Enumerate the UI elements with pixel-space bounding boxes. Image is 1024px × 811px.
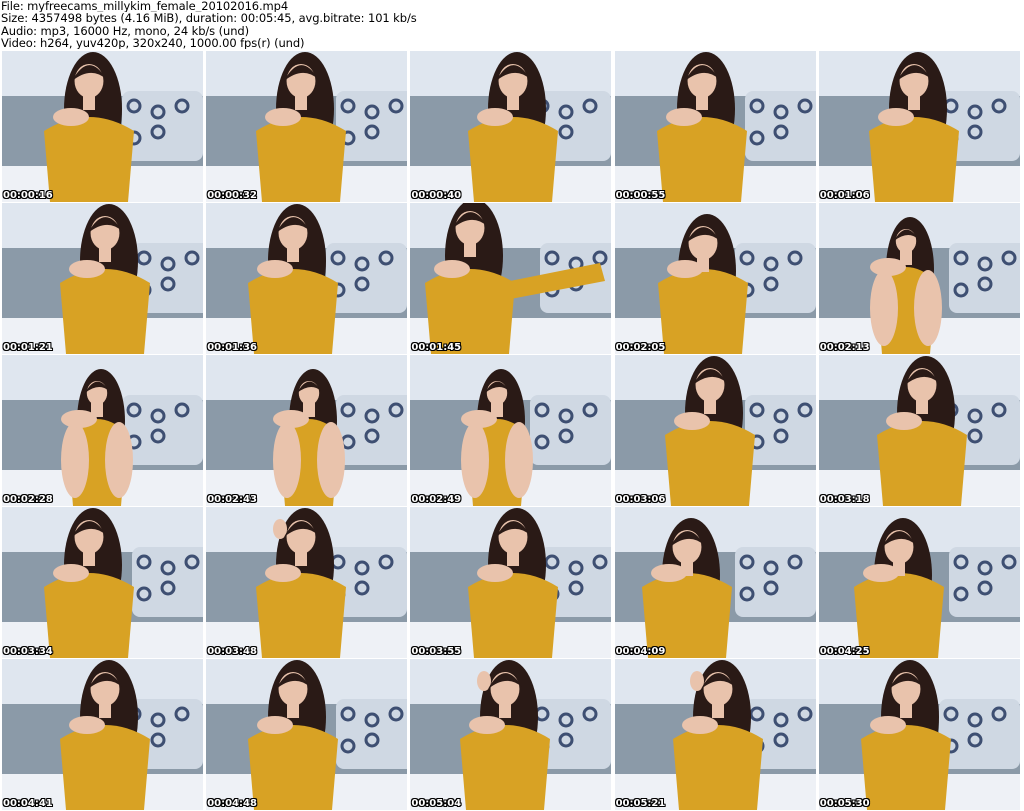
thumbnail-timestamp: 00:03:34 (3, 646, 53, 657)
thumbnail-timestamp: 00:00:40 (411, 190, 462, 201)
thumbnail-image (614, 507, 816, 658)
video-thumbnail: 00:02:43 (206, 355, 408, 506)
thumbnail-timestamp: 00:00:32 (207, 190, 257, 201)
video-thumbnail: 00:05:04 (410, 659, 612, 810)
thumbnail-image (2, 355, 203, 506)
thumbnail-image (614, 355, 816, 506)
file-info-header: File: myfreecams_millykim_female_2010201… (0, 0, 1024, 50)
thumbnail-timestamp: 00:03:06 (615, 494, 666, 505)
video-thumbnail: 00:02:28 (2, 355, 203, 506)
video-thumbnail: 00:03:34 (2, 507, 203, 658)
thumbnail-timestamp: 00:03:18 (819, 494, 870, 505)
thumbnail-image (410, 507, 612, 658)
thumbnail-image (818, 51, 1020, 202)
video-thumbnail: 00:01:06 (818, 51, 1020, 202)
thumbnail-timestamp: 00:04:09 (615, 646, 666, 657)
thumbnail-image (2, 51, 203, 202)
video-thumbnail: 00:04:25 (818, 507, 1020, 658)
thumbnail-image (2, 659, 203, 810)
video-thumbnail: 00:00:55 (614, 51, 816, 202)
video-thumbnail: 00:05:21 (614, 659, 816, 810)
video-thumbnail: 00:02:49 (410, 355, 612, 506)
thumbnail-timestamp: 00:05:21 (615, 798, 666, 809)
thumbnail-timestamp: 00:04:41 (3, 798, 53, 809)
thumbnail-timestamp: 00:01:36 (207, 342, 257, 353)
video-thumbnail: 00:00:32 (206, 51, 408, 202)
thumbnail-image (206, 659, 408, 810)
video-thumbnail: 00:03:06 (614, 355, 816, 506)
video-thumbnail: 00:04:09 (614, 507, 816, 658)
thumbnail-image (614, 51, 816, 202)
video-thumbnail: 00:04:41 (2, 659, 203, 810)
video-thumbnail: 00:02:13 (818, 203, 1020, 354)
file-size-line: Size: 4357498 bytes (4.16 MiB), duration… (1, 12, 417, 25)
thumbnail-timestamp: 00:04:48 (207, 798, 257, 809)
audio-info-line: Audio: mp3, 16000 Hz, mono, 24 kb/s (und… (1, 24, 249, 37)
video-thumbnail: 00:01:36 (206, 203, 408, 354)
thumbnail-timestamp: 00:05:04 (411, 798, 462, 809)
thumbnail-grid: 00:00:16 00:00:32 00:00:40 00:00:55 00:01:06… (2, 51, 1024, 811)
thumbnail-timestamp: 00:05:30 (819, 798, 870, 809)
video-thumbnail: 00:01:21 (2, 203, 203, 354)
video-thumbnail: 00:03:48 (206, 507, 408, 658)
video-thumbnail: 00:01:45 (410, 203, 612, 354)
thumbnail-image (206, 51, 408, 202)
thumbnail-timestamp: 00:02:43 (207, 494, 257, 505)
thumbnail-image (2, 203, 203, 354)
thumbnail-timestamp: 00:04:25 (819, 646, 870, 657)
thumbnail-image (818, 355, 1020, 506)
thumbnail-image (410, 203, 612, 354)
thumbnail-image (410, 659, 612, 810)
thumbnail-image (206, 507, 408, 658)
thumbnail-image (818, 203, 1020, 354)
video-thumbnail: 00:00:16 (2, 51, 203, 202)
video-thumbnail: 00:04:48 (206, 659, 408, 810)
thumbnail-image (818, 507, 1020, 658)
thumbnail-timestamp: 00:02:13 (819, 342, 870, 353)
thumbnail-image (206, 203, 408, 354)
thumbnail-timestamp: 00:00:16 (3, 190, 53, 201)
thumbnail-timestamp: 00:01:45 (411, 342, 462, 353)
thumbnail-timestamp: 00:01:21 (3, 342, 53, 353)
thumbnail-timestamp: 00:00:55 (615, 190, 666, 201)
video-info-line: Video: h264, yuv420p, 320x240, 1000.00 f… (1, 36, 305, 50)
thumbnail-timestamp: 00:02:49 (411, 494, 462, 505)
file-name-line: File: myfreecams_millykim_female_2010201… (1, 0, 289, 13)
thumbnail-timestamp: 00:02:05 (615, 342, 666, 353)
thumbnail-timestamp: 00:02:28 (3, 494, 53, 505)
thumbnail-image (818, 659, 1020, 810)
thumbnail-image (614, 203, 816, 354)
thumbnail-image (206, 355, 408, 506)
thumbnail-image (410, 355, 612, 506)
video-thumbnail: 00:05:30 (818, 659, 1020, 810)
video-thumbnail: 00:03:55 (410, 507, 612, 658)
thumbnail-timestamp: 00:03:55 (411, 646, 462, 657)
thumbnail-image (2, 507, 203, 658)
thumbnail-image (410, 51, 612, 202)
video-thumbnail: 00:00:40 (410, 51, 612, 202)
thumbnail-timestamp: 00:01:06 (819, 190, 870, 201)
video-thumbnail: 00:03:18 (818, 355, 1020, 506)
thumbnail-timestamp: 00:03:48 (207, 646, 257, 657)
thumbnail-image (614, 659, 816, 810)
video-thumbnail: 00:02:05 (614, 203, 816, 354)
